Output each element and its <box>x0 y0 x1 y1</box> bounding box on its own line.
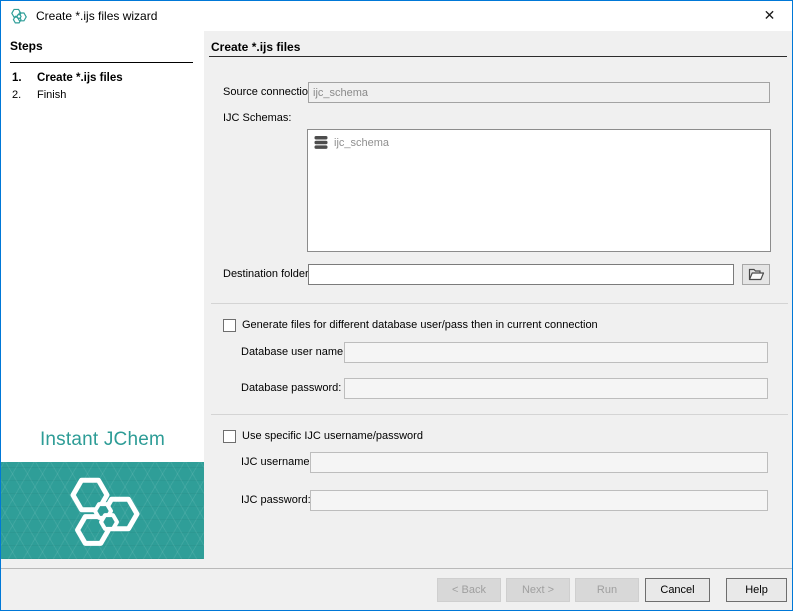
close-button[interactable]: ✕ <box>747 1 792 30</box>
open-folder-icon <box>748 268 765 281</box>
title-bar: Create *.ijs files wizard ✕ <box>1 1 792 31</box>
window-title: Create *.ijs files wizard <box>36 1 157 31</box>
database-password-label: Database password: <box>241 378 341 398</box>
wizard-dialog: Create *.ijs files wizard ✕ Steps 1. Cre… <box>0 0 793 611</box>
database-icon <box>314 135 328 150</box>
brand-panel <box>1 462 204 559</box>
ijc-username-label: IJC username: <box>241 452 313 472</box>
browse-folder-button[interactable] <box>742 264 770 285</box>
steps-sidebar: Steps 1. Create *.ijs files 2. Finish In… <box>1 31 204 559</box>
ijc-username-field <box>310 452 768 473</box>
database-username-label: Database user name: <box>241 342 346 362</box>
step-number: 2. <box>12 89 21 101</box>
panel-title: Create *.ijs files <box>211 40 300 54</box>
destination-folder-field[interactable] <box>308 264 734 285</box>
schema-item-name: ijc_schema <box>334 137 389 149</box>
step-label: Create *.ijs files <box>37 72 123 84</box>
steps-header: Steps <box>10 39 43 53</box>
brand-wordmark: Instant JChem <box>1 429 204 451</box>
help-button[interactable]: Help <box>726 578 787 602</box>
ijc-schemas-list[interactable]: ijc_schema <box>307 129 771 252</box>
cancel-button[interactable]: Cancel <box>645 578 710 602</box>
run-button[interactable]: Run <box>575 578 639 602</box>
ijc-password-field <box>310 490 768 511</box>
source-connection-field <box>308 82 770 103</box>
use-specific-ijc-credentials-label: Use specific IJC username/password <box>242 430 423 442</box>
generate-different-dbuser-label: Generate files for different database us… <box>242 319 598 331</box>
sidebar-step-create-ijs-files: 1. Create *.ijs files <box>1 72 204 88</box>
hexagon-logo-large-icon <box>57 470 149 554</box>
source-connection-label: Source connection: <box>223 82 317 102</box>
wizard-content-panel: Create *.ijs files Source connection: IJ… <box>204 31 792 559</box>
list-item-ijc-schema[interactable]: ijc_schema <box>308 130 770 150</box>
section-separator <box>211 303 788 304</box>
panel-title-underline <box>209 56 787 57</box>
step-number: 1. <box>12 72 22 84</box>
wizard-button-bar: < Back Next > Run Cancel Help <box>1 559 792 610</box>
destination-folder-label: Destination folder: <box>223 264 312 284</box>
back-button[interactable]: < Back <box>437 578 501 602</box>
section-separator <box>211 414 788 415</box>
ijc-schemas-label: IJC Schemas: <box>223 112 291 124</box>
next-button[interactable]: Next > <box>506 578 570 602</box>
sidebar-step-finish: 2. Finish <box>1 89 204 105</box>
generate-different-dbuser-checkbox[interactable] <box>223 319 236 332</box>
ijc-password-label: IJC password: <box>241 490 311 510</box>
footer-separator <box>1 568 792 569</box>
database-username-field <box>344 342 768 363</box>
hexagon-logo-icon <box>10 7 28 25</box>
use-specific-ijc-credentials-checkbox[interactable] <box>223 430 236 443</box>
database-password-field <box>344 378 768 399</box>
step-label: Finish <box>37 89 66 101</box>
steps-underline <box>10 62 193 63</box>
